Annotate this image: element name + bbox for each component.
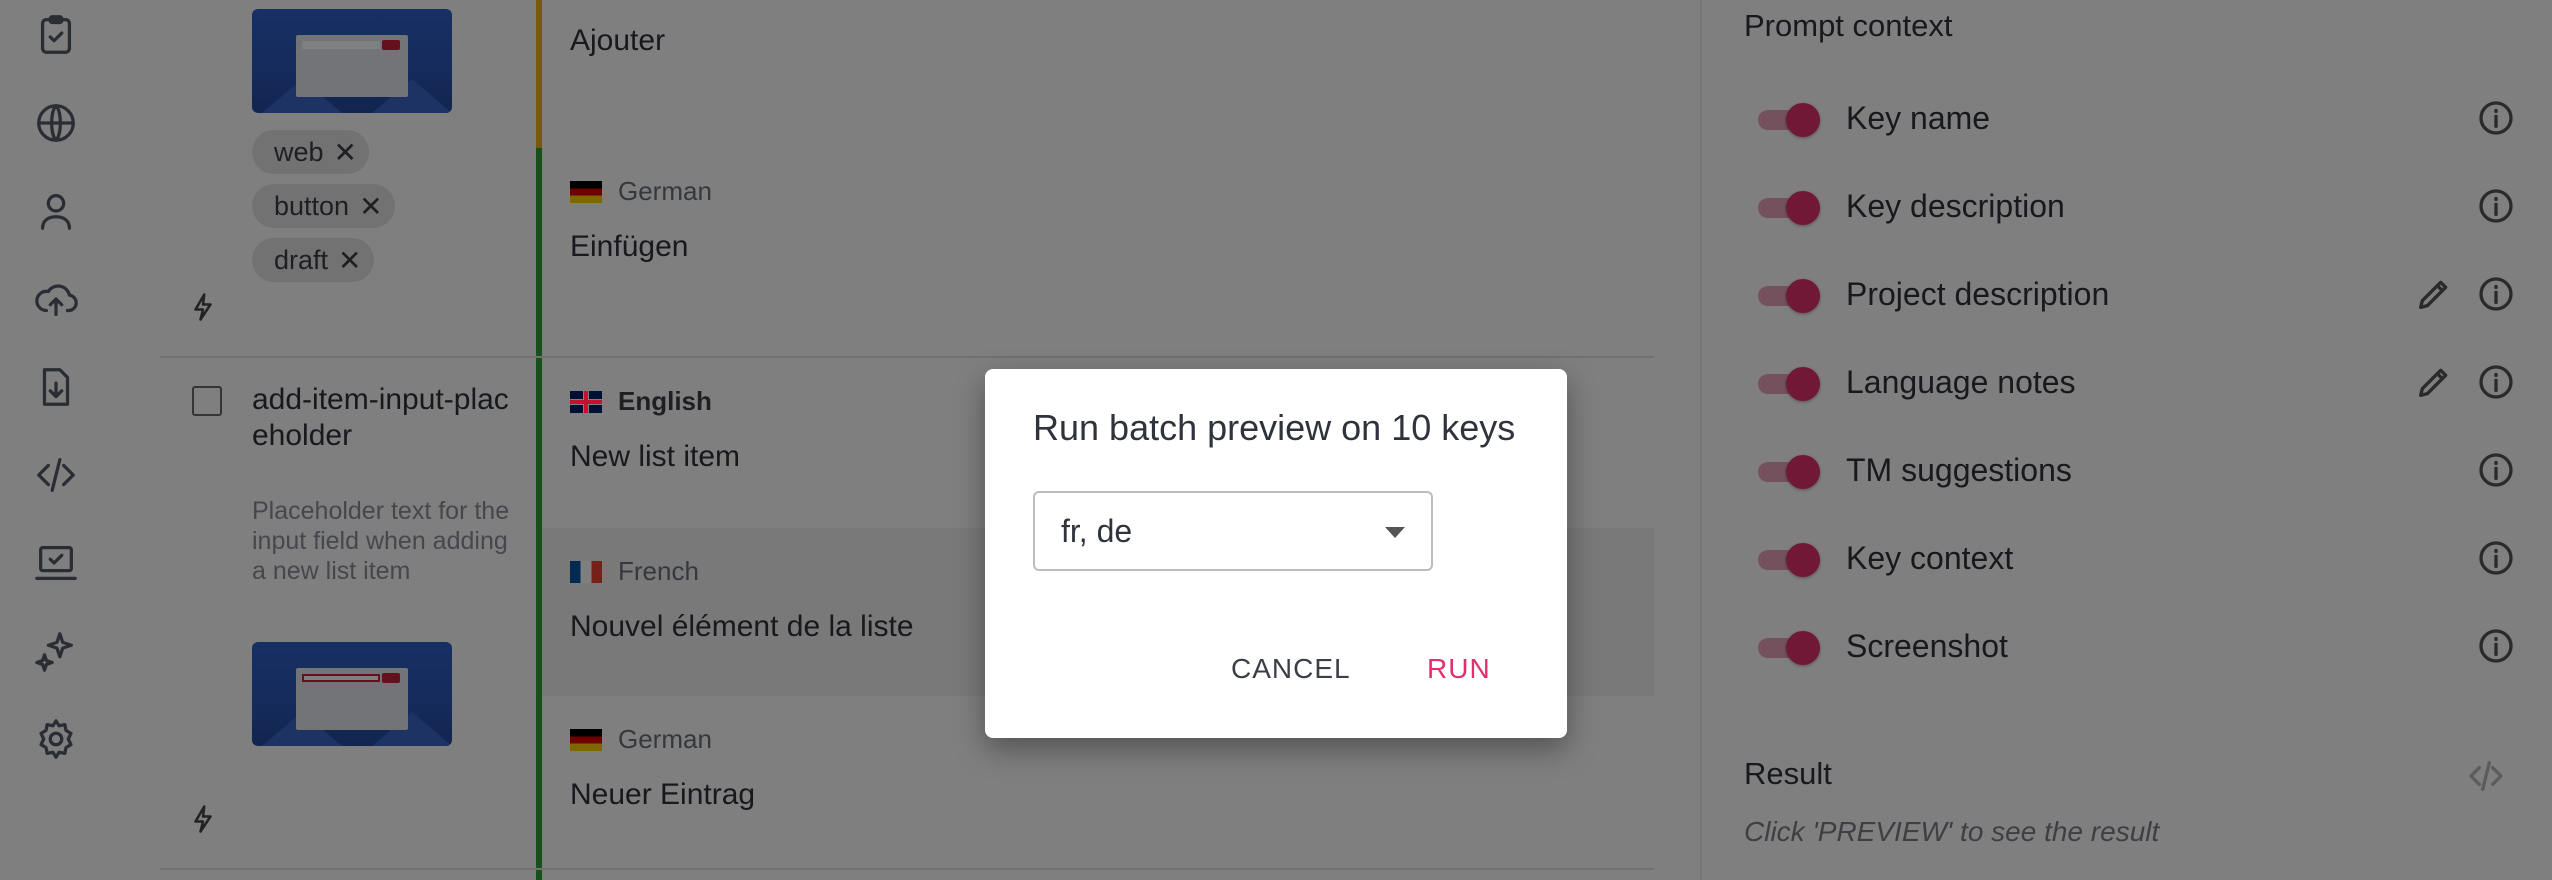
chevron-down-icon — [1385, 527, 1405, 538]
dialog-title: Run batch preview on 10 keys — [1033, 407, 1516, 448]
batch-preview-dialog: Run batch preview on 10 keys fr, de CANC… — [985, 369, 1567, 738]
cancel-button[interactable]: CANCEL — [1219, 645, 1363, 693]
select-value: fr, de — [1061, 512, 1133, 549]
run-button[interactable]: RUN — [1415, 645, 1503, 693]
language-select[interactable]: fr, de — [1033, 491, 1433, 571]
